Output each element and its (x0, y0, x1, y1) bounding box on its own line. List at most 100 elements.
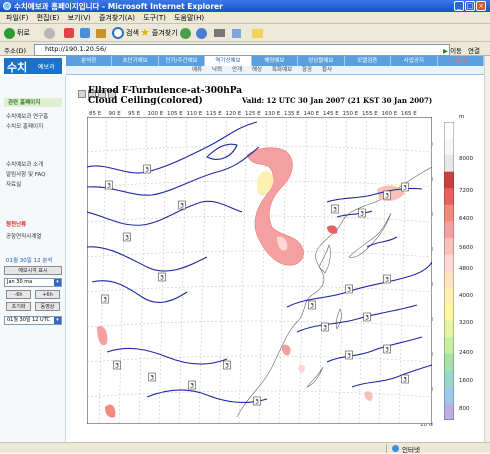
menu-edit[interactable]: 편집(E) (37, 14, 60, 22)
colorbar-label: 8000 (459, 156, 473, 162)
sidebar-link[interactable]: 수치예보과 소개 (6, 160, 43, 168)
stop-button[interactable] (64, 27, 74, 39)
colorbar-cell (444, 386, 454, 404)
sidebar-link[interactable]: 수치모 홈페이지 (6, 122, 43, 130)
colorbar-label: 1600 (459, 378, 473, 384)
refresh-button[interactable] (80, 27, 90, 39)
save-image-icon[interactable] (78, 90, 86, 98)
sidebar-link[interactable]: 알림사항 및 FAQ (6, 170, 45, 178)
nav-item-notice[interactable]: 사업공지 (391, 56, 438, 66)
sidebar-link-turbulence[interactable]: 청천난류 (6, 220, 26, 228)
colorbar-label: 3200 (459, 320, 473, 326)
contour-label: 3 (383, 274, 391, 284)
back-label: 뒤로 (17, 29, 30, 37)
subnav-item[interactable]: 안개 (232, 66, 242, 75)
favorites-button[interactable]: ★ 즐겨찾기 (140, 27, 178, 39)
folder-button[interactable] (252, 27, 263, 39)
nav-item-short-range[interactable]: 단기/주간예보 (159, 56, 206, 66)
map-subtitle: Cloud Ceiling(colored) (88, 96, 203, 106)
subnav-item[interactable]: 낙뢰 (212, 66, 222, 75)
colorbar-label: 4000 (459, 293, 473, 299)
go-button[interactable]: ▶ 이동 (443, 45, 462, 55)
mail-icon (196, 27, 207, 39)
subnav-item[interactable]: 해상 (252, 66, 262, 75)
forecast-select[interactable]: Jan 30 ma ▾ (4, 278, 62, 287)
minimize-button[interactable]: _ (454, 1, 464, 11)
svg-text:3: 3 (160, 275, 164, 282)
contour-label: 3 (308, 300, 316, 310)
sidebar: 관련 홈페이지 수치예보과 연구홈 수치모 홈페이지 수치예보과 소개 알림사항… (0, 76, 66, 442)
nav-item-verification[interactable]: 모델검증 (345, 56, 392, 66)
contour-label: 3 (143, 164, 151, 174)
subnav-item[interactable]: 예류 (192, 66, 202, 75)
forward-button[interactable] (44, 27, 55, 39)
back-button[interactable]: 뒤로 (4, 27, 30, 39)
colorbar-cell (444, 271, 454, 288)
svg-text:3: 3 (333, 207, 337, 214)
colorbar-cell (444, 254, 454, 272)
svg-text:3: 3 (190, 383, 194, 390)
svg-text:3: 3 (255, 399, 259, 406)
menu-view[interactable]: 보기(V) (68, 14, 91, 22)
svg-text:3: 3 (125, 235, 129, 242)
maximize-button[interactable]: □ (465, 1, 475, 11)
reset-button[interactable]: 초기화 (6, 302, 31, 311)
colorbar-cell (444, 188, 454, 206)
sidebar-link[interactable]: 자료실 (6, 180, 21, 188)
search-button[interactable]: 검색 (112, 27, 139, 39)
map-valid-time: Valid: 12 UTC 30 Jan 2007 (21 KST 30 Jan… (242, 96, 433, 105)
site-logo[interactable]: 수치 예보과 (4, 58, 62, 74)
sidebar-link[interactable]: 수치예보과 연구홈 (6, 112, 48, 120)
edit-button[interactable] (232, 27, 241, 39)
svg-text:3: 3 (180, 203, 184, 210)
plus-6h-button[interactable]: +6h (35, 290, 60, 299)
nav-item-marine[interactable]: 해양예보 (252, 56, 299, 66)
svg-text:3: 3 (103, 297, 107, 304)
folder-icon (252, 28, 263, 38)
svg-text:3: 3 (360, 211, 364, 218)
scrollbar[interactable] (484, 56, 490, 442)
history-button[interactable] (180, 27, 191, 39)
subnav-item[interactable]: 특화예보 (272, 66, 292, 75)
svg-text:3: 3 (365, 315, 369, 322)
search-icon (112, 27, 124, 39)
address-input[interactable]: http://190.1.20.56/ (34, 44, 450, 56)
home-button[interactable] (96, 27, 106, 39)
menu-help[interactable]: 도움말(H) (174, 14, 204, 22)
nav-item-help[interactable]: 도움말 (438, 56, 484, 66)
mail-button[interactable] (196, 27, 207, 39)
minus-6h-button[interactable]: -6h (6, 290, 31, 299)
back-arrow-icon (4, 27, 15, 39)
contour-label: 3 (358, 208, 366, 218)
colorbar-cell (444, 403, 454, 420)
menu-file[interactable]: 파일(F) (6, 14, 28, 22)
colorbar-cell (444, 337, 454, 355)
subnav-item[interactable]: 황사 (322, 66, 332, 75)
sidebar-section-header: 관련 홈페이지 (4, 98, 62, 107)
print-button[interactable] (214, 27, 225, 39)
colorbar-unit: m (459, 114, 465, 120)
colorbar-cell (444, 138, 454, 156)
colorbar-label: 5600 (459, 245, 473, 251)
status-bar: 인터넷 (0, 442, 490, 454)
sidebar-link[interactable]: 공항연직사계열 (6, 232, 41, 240)
links-label[interactable]: 연결 (468, 45, 480, 55)
menu-tools[interactable]: 도구(T) (143, 14, 166, 22)
nav-item-analysis[interactable]: 분석장 (66, 56, 113, 66)
nav-item-ensemble[interactable]: 앙상블예보 (298, 56, 345, 66)
nav-item-special[interactable]: 역기상예보 (205, 56, 252, 66)
menu-favorites[interactable]: 즐겨찾기(A) (99, 14, 135, 22)
map-title: Ellrod F-Turbulence-at-300hPa (88, 86, 243, 96)
colorbar-cell (444, 370, 454, 388)
nav-item-nowcast[interactable]: 초단기예보 (112, 56, 159, 66)
logo-subtext: 예보과 (38, 64, 55, 71)
subnav-item[interactable]: 항공 (302, 66, 312, 75)
main-nav: 분석장 초단기예보 단기/주간예보 역기상예보 해양예보 앙상블예보 모델검증 … (66, 56, 484, 66)
animate-button[interactable]: 동영상 (35, 302, 60, 311)
close-button[interactable]: × (476, 1, 486, 11)
time-select[interactable]: 01월 30일 12 UTC ▾ (4, 316, 62, 325)
contour-label: 3 (383, 344, 391, 354)
colorbar-cell (444, 320, 454, 338)
svg-text:3: 3 (225, 363, 229, 370)
search-label: 검색 (126, 29, 139, 37)
